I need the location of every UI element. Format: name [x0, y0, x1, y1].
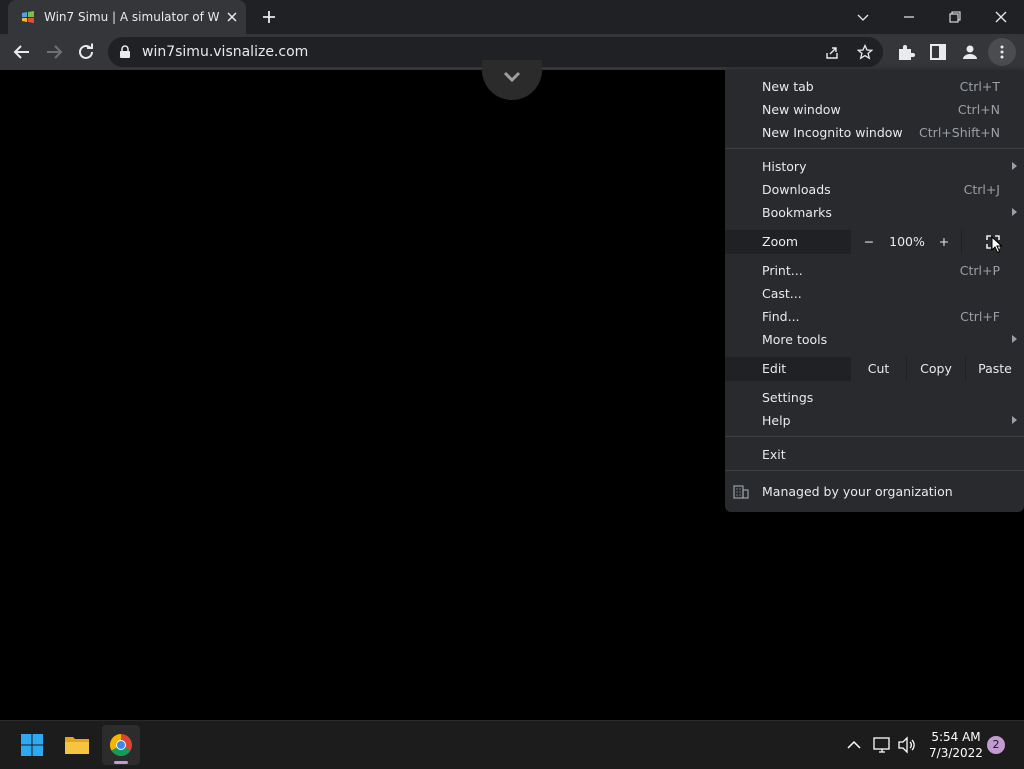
menu-shortcut: Ctrl+Shift+N — [919, 125, 1000, 140]
reload-icon[interactable] — [74, 40, 98, 64]
browser-tab[interactable]: Win7 Simu | A simulator of Windows 7 — [8, 0, 246, 34]
fullscreen-pull-tab[interactable] — [482, 60, 542, 100]
chrome-menu: New tab Ctrl+T New window Ctrl+N New Inc… — [725, 70, 1024, 512]
building-icon — [733, 485, 749, 499]
tab-strip: Win7 Simu | A simulator of Windows 7 — [0, 0, 1024, 34]
menu-label: Help — [762, 413, 791, 428]
managed-by-org-link[interactable]: Managed by your organization — [762, 484, 953, 500]
menu-item-more-tools[interactable]: More tools — [725, 328, 1024, 351]
back-arrow-icon[interactable] — [10, 40, 34, 64]
menu-item-downloads[interactable]: Downloads Ctrl+J — [725, 178, 1024, 201]
extensions-puzzle-icon[interactable] — [894, 40, 918, 64]
volume-icon[interactable] — [897, 735, 917, 755]
menu-separator — [725, 470, 1024, 471]
active-app-indicator — [114, 761, 128, 764]
menu-label: New tab — [762, 79, 814, 94]
tab-close-icon[interactable] — [224, 9, 240, 25]
menu-label: Settings — [762, 390, 814, 405]
menu-item-bookmarks[interactable]: Bookmarks — [725, 201, 1024, 224]
kebab-menu-icon — [1000, 45, 1004, 59]
restore-icon — [949, 11, 961, 23]
zoom-controls: − 100% + — [851, 230, 961, 254]
chrome-menu-button[interactable] — [988, 38, 1016, 66]
file-explorer-icon[interactable] — [64, 733, 90, 757]
menu-item-new-tab[interactable]: New tab Ctrl+T — [725, 75, 1024, 98]
zoom-out-button[interactable]: − — [851, 234, 887, 250]
star-bookmark-icon[interactable] — [857, 44, 873, 60]
edit-row: Edit Cut Copy Paste — [725, 357, 1024, 381]
clock-date[interactable]: 7/3/2022 — [920, 746, 992, 760]
menu-shortcut: Ctrl+J — [963, 182, 1000, 197]
restore-button[interactable] — [932, 0, 978, 34]
mouse-cursor-icon — [991, 236, 1003, 254]
menu-separator — [725, 148, 1024, 149]
lock-icon[interactable] — [118, 45, 132, 59]
menu-item-find[interactable]: Find... Ctrl+F — [725, 305, 1024, 328]
menu-label: More tools — [762, 332, 828, 347]
menu-label: Bookmarks — [762, 205, 832, 220]
menu-item-new-window[interactable]: New window Ctrl+N — [725, 98, 1024, 121]
chrome-icon — [110, 734, 132, 756]
minimize-icon — [904, 16, 914, 18]
tab-title: Win7 Simu | A simulator of Windows 7 — [44, 10, 220, 24]
forward-arrow-icon[interactable] — [42, 40, 66, 64]
menu-item-print[interactable]: Print... Ctrl+P — [725, 259, 1024, 282]
profile-icon[interactable] — [958, 40, 982, 64]
copy-label: Copy — [920, 361, 952, 376]
menu-item-exit[interactable]: Exit — [725, 443, 1024, 466]
close-icon — [995, 11, 1007, 23]
taskbar-chrome-active[interactable] — [102, 725, 140, 765]
network-icon[interactable] — [872, 735, 892, 755]
chevron-down-icon — [503, 71, 521, 83]
menu-shortcut: Ctrl+F — [960, 309, 1000, 324]
edit-label: Edit — [762, 361, 787, 376]
notification-badge[interactable]: 2 — [987, 736, 1005, 754]
menu-shortcut: Ctrl+T — [959, 79, 1000, 94]
submenu-arrow-icon — [1012, 416, 1017, 424]
menu-shortcut: Ctrl+N — [957, 102, 1000, 117]
menu-label: Find... — [762, 309, 800, 324]
taskbar: 5:54 AM 7/3/2022 2 — [0, 720, 1024, 769]
paste-button[interactable]: Paste — [966, 357, 1024, 381]
chevron-down-icon — [857, 14, 869, 21]
menu-label: Downloads — [762, 182, 831, 197]
minimize-button[interactable] — [886, 0, 932, 34]
zoom-row: Zoom − 100% + — [725, 230, 1024, 254]
windows-favicon-icon — [22, 11, 34, 23]
menu-item-new-incognito[interactable]: New Incognito window Ctrl+Shift+N — [725, 121, 1024, 144]
menu-label: Cast... — [762, 286, 802, 301]
tab-search-button[interactable] — [840, 0, 886, 34]
menu-item-history[interactable]: History — [725, 155, 1024, 178]
share-icon[interactable] — [824, 44, 840, 60]
cut-label: Cut — [867, 361, 890, 376]
copy-button[interactable]: Copy — [907, 357, 965, 381]
url-text: win7simu.visnalize.com — [142, 44, 309, 60]
menu-item-settings[interactable]: Settings — [725, 386, 1024, 409]
close-window-button[interactable] — [978, 0, 1024, 34]
chevron-up-icon[interactable] — [844, 735, 864, 755]
submenu-arrow-icon — [1012, 162, 1017, 170]
zoom-level: 100% — [889, 234, 925, 249]
menu-shortcut: Ctrl+P — [959, 263, 1000, 278]
new-tab-plus-icon[interactable] — [260, 8, 278, 26]
windows-start-icon[interactable] — [20, 733, 44, 757]
menu-label: History — [762, 159, 807, 174]
menu-item-help[interactable]: Help — [725, 409, 1024, 432]
zoom-in-button[interactable]: + — [927, 234, 961, 250]
menu-label: Print... — [762, 263, 803, 278]
submenu-arrow-icon — [1012, 335, 1017, 343]
side-panel-icon[interactable] — [926, 40, 950, 64]
menu-separator — [725, 436, 1024, 437]
submenu-arrow-icon — [1012, 208, 1017, 216]
cut-button[interactable]: Cut — [851, 357, 906, 381]
menu-label: Exit — [762, 447, 786, 462]
menu-item-cast[interactable]: Cast... — [725, 282, 1024, 305]
clock-time[interactable]: 5:54 AM — [920, 730, 992, 744]
menu-label: New window — [762, 102, 841, 117]
paste-label: Paste — [978, 361, 1012, 376]
menu-label: New Incognito window — [762, 125, 903, 140]
zoom-label: Zoom — [762, 234, 799, 249]
